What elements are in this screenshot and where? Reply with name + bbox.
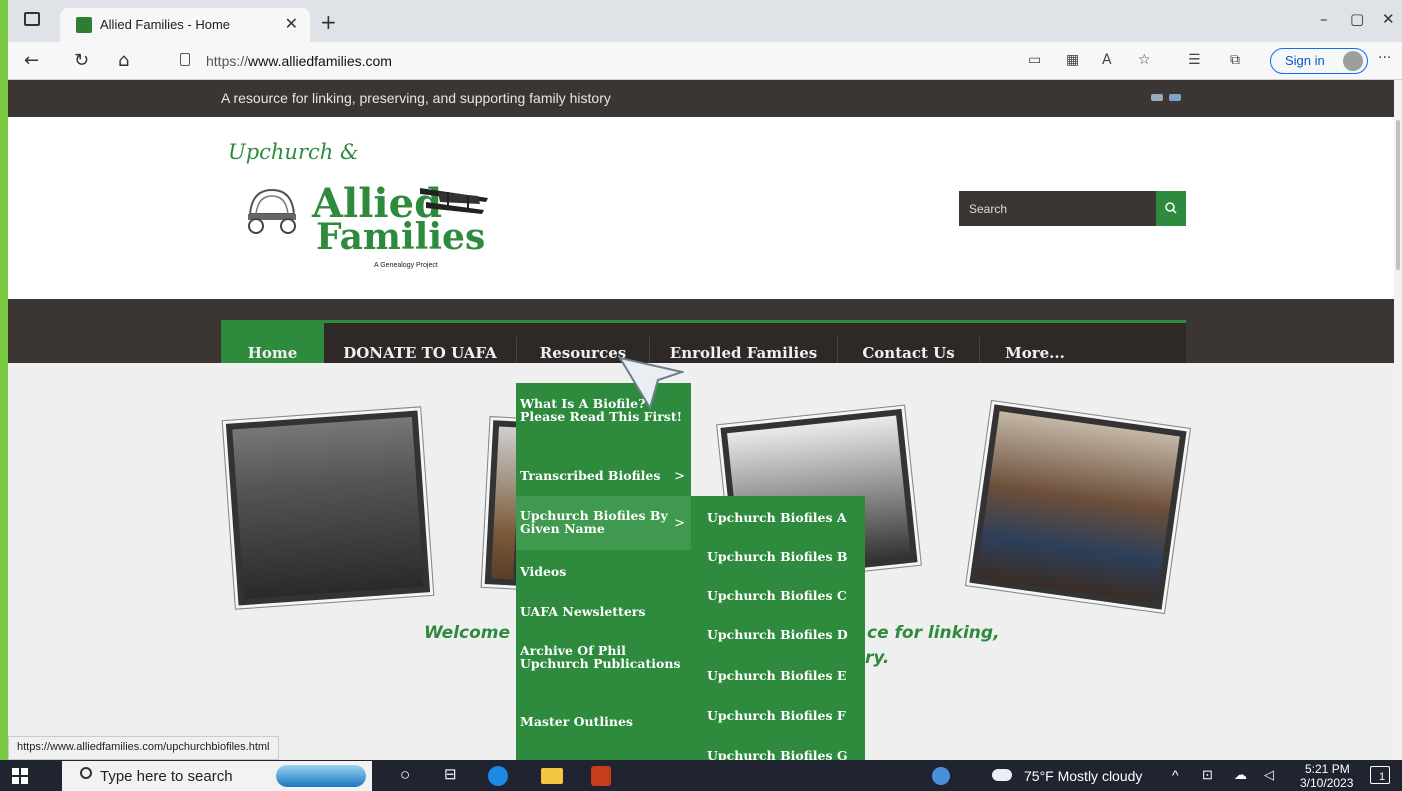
browser-tab-active[interactable]: Allied Families - Home ✕	[60, 8, 310, 42]
logo-line-1: Upchurch &	[228, 140, 359, 164]
minimize-button[interactable]: –	[1320, 10, 1328, 28]
clock-time[interactable]: 5:21 PM	[1305, 762, 1350, 776]
weather-text[interactable]: 75°F Mostly cloudy	[1024, 768, 1142, 784]
left-edge-accent	[0, 0, 8, 760]
search-highlight-image	[276, 765, 366, 787]
restore-button[interactable]: ▢	[1350, 10, 1364, 28]
collections-icon[interactable]: ⧉	[1230, 52, 1240, 68]
tab-close-icon[interactable]: ✕	[285, 14, 298, 33]
chevron-right-icon: >	[674, 469, 685, 484]
family-photo-1	[222, 407, 434, 609]
tab-title: Allied Families - Home	[100, 17, 231, 32]
submenu-item-biofiles-b[interactable]: Upchurch Biofiles B	[707, 549, 847, 564]
settings-more-button[interactable]: ···	[1378, 50, 1391, 66]
submenu-item-biofiles-g[interactable]: Upchurch Biofiles G	[707, 748, 848, 760]
logo-line-3: Families	[316, 216, 486, 258]
favorites-icon[interactable]: ☰	[1188, 52, 1201, 68]
url-text: https://www.alliedfamilies.com	[206, 53, 392, 69]
taskbar-search-box[interactable]: Type here to search	[62, 761, 372, 791]
windows-start-icon[interactable]	[12, 768, 28, 784]
home-icon[interactable]: ⌂	[118, 50, 129, 71]
biplane-icon	[420, 188, 488, 214]
refresh-icon[interactable]: ↻	[74, 50, 89, 71]
site-tagline: A resource for linking, preserving, and …	[221, 90, 611, 106]
search-icon	[80, 767, 92, 779]
new-tab-button[interactable]: +	[320, 10, 337, 34]
page-scrollbar[interactable]	[1394, 80, 1402, 760]
welcome-text-right: ce for linking,	[867, 623, 1000, 643]
link-status-bar: https://www.alliedfamilies.com/upchurchb…	[8, 736, 279, 760]
file-explorer-icon[interactable]	[541, 768, 563, 784]
notification-count: 1	[1379, 771, 1386, 783]
cortana-icon[interactable]: ○	[400, 765, 410, 785]
menu-item-uafa-newsletters[interactable]: UAFA Newsletters	[516, 605, 691, 619]
windows-taskbar: Type here to search ○ ⊟ 75°F Mostly clou…	[0, 760, 1402, 791]
welcome-text-left: Welcome t	[424, 623, 525, 643]
clock-date[interactable]: 3/10/2023	[1300, 776, 1353, 790]
menu-item-transcribed-biofiles[interactable]: Transcribed Biofiles	[516, 469, 691, 483]
notifications-icon[interactable]: 1	[1370, 766, 1390, 784]
site-search-input[interactable]	[959, 191, 1156, 226]
powerpoint-icon[interactable]	[591, 766, 611, 786]
biofiles-submenu: Upchurch Biofiles A Upchurch Biofiles B …	[691, 496, 865, 760]
site-top-strip: A resource for linking, preserving, and …	[8, 80, 1394, 117]
menu-item-biofiles-by-given-name[interactable]: Upchurch Biofiles By Given Name	[516, 496, 691, 550]
submenu-item-biofiles-d[interactable]: Upchurch Biofiles D	[707, 627, 848, 642]
family-photo-4	[966, 400, 1190, 614]
profile-avatar-icon	[1343, 51, 1363, 71]
site-search	[959, 191, 1186, 226]
social-icon[interactable]	[1169, 94, 1181, 101]
cloud-icon[interactable]: ☁	[1234, 767, 1247, 783]
taskbar-search-placeholder: Type here to search	[100, 768, 233, 785]
menu-item-archive-phil-upchurch[interactable]: Archive Of Phil Upchurch Publications	[516, 644, 691, 686]
lock-icon	[180, 53, 190, 66]
browser-tab-bar: Allied Families - Home ✕ + – ▢ ✕	[8, 0, 1402, 42]
welcome-text-right-2: ry.	[865, 648, 890, 668]
menu-item-master-outlines[interactable]: Master Outlines	[516, 715, 691, 729]
email-icon[interactable]	[1151, 94, 1163, 101]
scrollbar-thumb[interactable]	[1396, 120, 1400, 270]
network-icon[interactable]: ⊡	[1202, 767, 1213, 783]
volume-icon[interactable]: ◁	[1264, 767, 1274, 783]
browser-toolbar: ← ↻ ⌂ https://www.alliedfamilies.com ▭ ▦…	[8, 42, 1402, 80]
read-aloud-icon[interactable]: A	[1102, 52, 1112, 68]
add-favorite-icon[interactable]: ☆	[1138, 52, 1151, 68]
covered-wagon-icon	[248, 188, 296, 234]
close-window-button[interactable]: ✕	[1382, 10, 1395, 28]
search-icon	[1165, 202, 1177, 214]
site-favicon-icon	[76, 17, 92, 33]
mouse-pointer-icon	[618, 356, 684, 411]
tab-actions-icon[interactable]	[24, 12, 40, 26]
app-available-icon[interactable]: ▭	[1028, 52, 1041, 68]
chevron-up-icon[interactable]: ^	[1172, 767, 1179, 783]
submenu-item-biofiles-e[interactable]: Upchurch Biofiles E	[707, 668, 846, 683]
logo-line-4: A Genealogy Project	[374, 262, 438, 269]
submenu-item-biofiles-f[interactable]: Upchurch Biofiles F	[707, 708, 846, 723]
submenu-item-biofiles-c[interactable]: Upchurch Biofiles C	[707, 588, 847, 603]
search-button[interactable]	[1156, 191, 1186, 226]
address-bar[interactable]: https://www.alliedfamilies.com	[160, 47, 1010, 75]
sign-in-button[interactable]: Sign in	[1270, 48, 1368, 74]
menu-item-videos[interactable]: Videos	[516, 565, 691, 579]
edge-browser-icon[interactable]	[488, 766, 508, 786]
weather-cloud-icon	[992, 769, 1012, 781]
back-arrow-icon[interactable]: ←	[24, 50, 39, 71]
resources-dropdown-menu: What Is A Biofile? Please Read This Firs…	[516, 383, 691, 760]
help-icon[interactable]	[932, 767, 950, 785]
submenu-item-biofiles-a[interactable]: Upchurch Biofiles A	[707, 510, 847, 525]
task-view-icon[interactable]: ⊟	[444, 765, 457, 783]
qr-code-icon[interactable]: ▦	[1066, 52, 1079, 68]
site-logo[interactable]: Upchurch & Allied Families A Genealogy P…	[228, 140, 508, 280]
chevron-right-icon: >	[674, 516, 685, 531]
